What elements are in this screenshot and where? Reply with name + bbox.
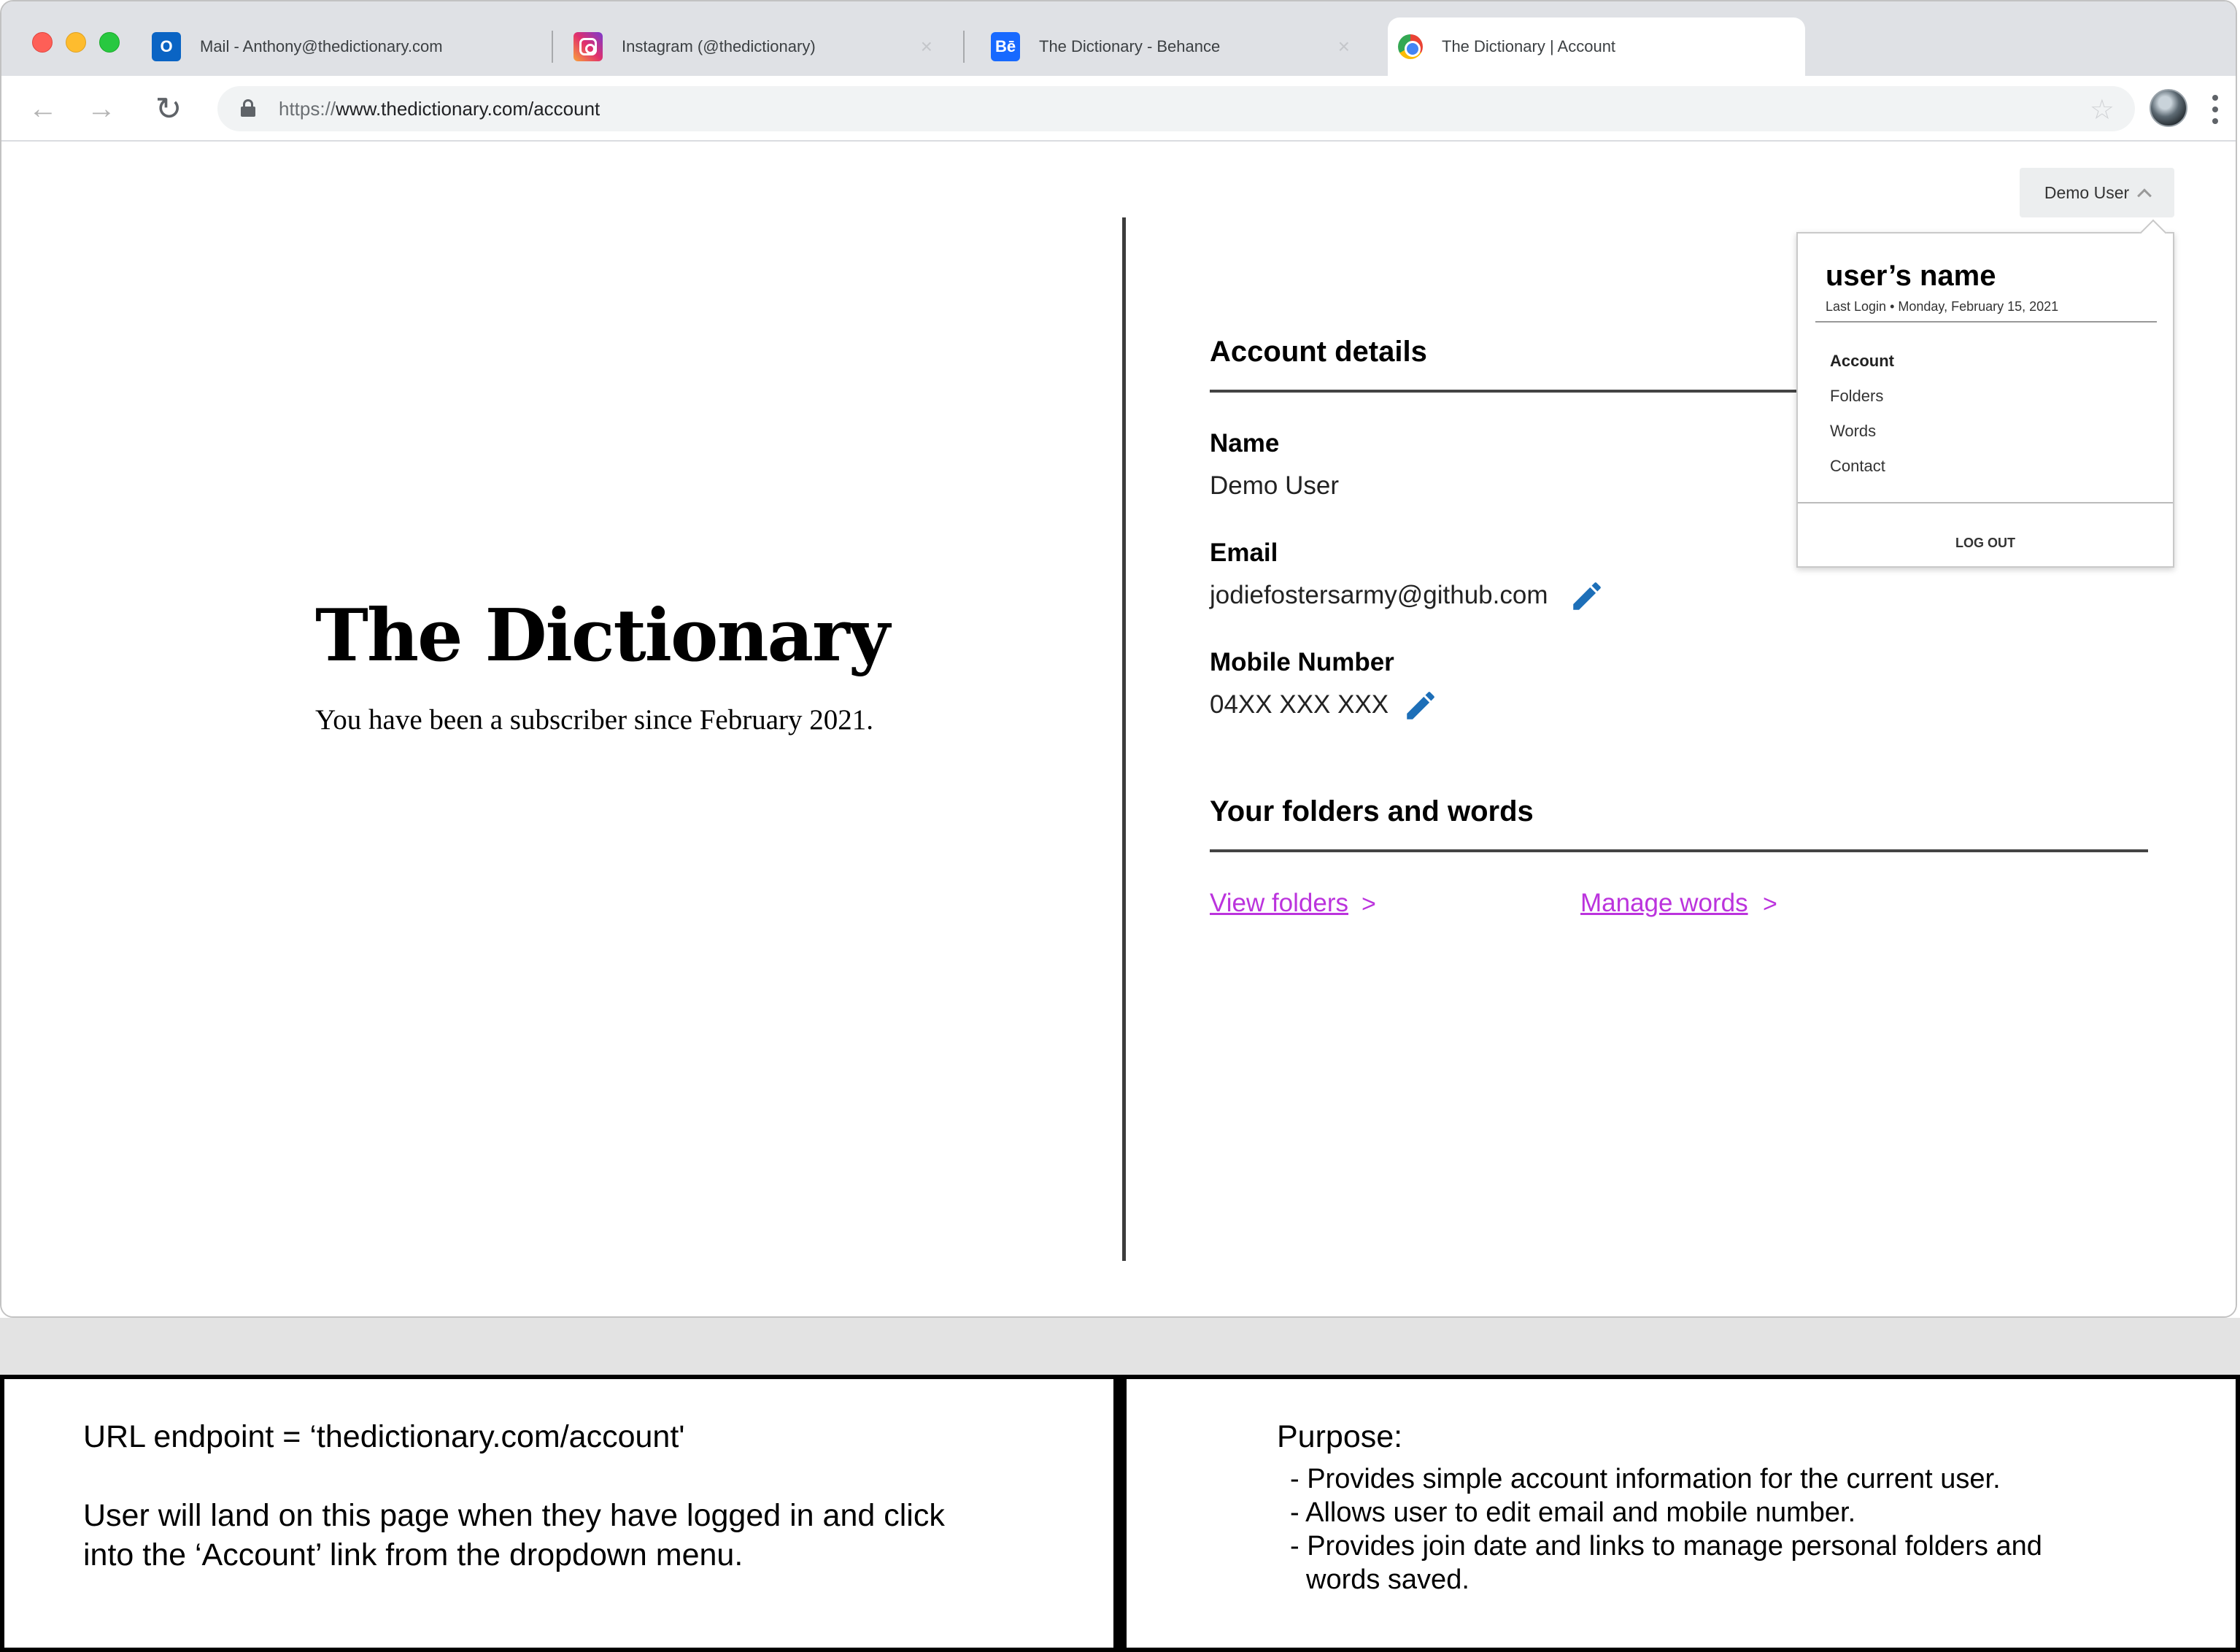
note-url-endpoint: URL endpoint = ‘thedictionary.com/accoun… — [83, 1419, 685, 1454]
folders-words-heading: Your folders and words — [1210, 795, 1534, 827]
mobile-label: Mobile Number — [1210, 648, 1394, 676]
menu-kebab-icon[interactable] — [2212, 95, 2218, 124]
maximize-window-button[interactable] — [99, 32, 120, 53]
dropdown-divider — [1798, 502, 2173, 503]
note-landing-line2: into the ‘Account’ link from the dropdow… — [83, 1537, 744, 1572]
logout-button[interactable]: LOG OUT — [1798, 536, 2173, 551]
section-rule — [1210, 390, 1812, 393]
minimize-window-button[interactable] — [66, 32, 86, 53]
close-window-button[interactable] — [32, 32, 53, 53]
note-purpose-bullet: - Provides simple account information fo… — [1290, 1464, 2001, 1494]
notes-divider — [1113, 1375, 1127, 1652]
back-arrow-icon[interactable]: ← — [26, 92, 60, 126]
manage-words-chevron-icon: > — [1763, 890, 1777, 918]
tab-mail[interactable]: O Mail - Anthony@thedictionary.com — [152, 18, 546, 76]
note-landing-line1: User will land on this page when they ha… — [83, 1498, 945, 1533]
url-scheme: https:// — [279, 98, 336, 120]
brand-title: The Dictionary — [315, 594, 890, 678]
name-label: Name — [1210, 429, 1280, 458]
view-folders-link[interactable]: View folders — [1210, 889, 1348, 918]
vertical-divider — [1122, 217, 1126, 1261]
note-panel-left: URL endpoint = ‘thedictionary.com/accoun… — [0, 1375, 1119, 1652]
tab-separator — [552, 31, 553, 63]
browser-window: O Mail - Anthony@thedictionary.com Insta… — [0, 0, 2237, 1318]
view-folders-chevron-icon: > — [1362, 890, 1376, 918]
tab-instagram[interactable]: Instagram (@thedictionary) × — [573, 18, 953, 76]
tab-title: Mail - Anthony@thedictionary.com — [200, 37, 443, 55]
subscriber-text: You have been a subscriber since Februar… — [315, 704, 874, 736]
dropdown-item-words[interactable]: Words — [1830, 422, 1876, 441]
page-content: The Dictionary You have been a subscribe… — [1, 142, 2236, 1316]
outlook-icon: O — [152, 32, 181, 61]
tab-title: Instagram (@thedictionary) — [622, 37, 816, 55]
dropdown-divider — [1815, 321, 2157, 323]
tab-close-icon[interactable]: × — [1338, 35, 1350, 58]
last-login-text: Last Login • Monday, February 15, 2021 — [1826, 299, 2059, 314]
tab-title: The Dictionary - Behance — [1039, 37, 1221, 55]
name-value: Demo User — [1210, 471, 1339, 500]
behance-icon: Bē — [991, 32, 1020, 61]
edit-email-pencil-icon[interactable] — [1569, 578, 1605, 614]
email-value: jodiefostersarmy@github.com — [1210, 581, 1548, 609]
dropdown-item-contact[interactable]: Contact — [1830, 457, 1885, 476]
note-panel-right: Purpose: - Provides simple account infor… — [1119, 1375, 2240, 1652]
manage-words-link[interactable]: Manage words — [1580, 889, 1748, 918]
dropdown-item-account[interactable]: Account — [1830, 352, 1894, 371]
tab-separator — [963, 31, 965, 63]
tab-strip: O Mail - Anthony@thedictionary.com Insta… — [1, 1, 2236, 76]
user-menu-label: Demo User — [2044, 182, 2130, 202]
chrome-icon — [1398, 34, 1423, 59]
note-purpose-title: Purpose: — [1277, 1419, 1403, 1454]
tab-close-icon[interactable]: × — [921, 35, 932, 58]
user-menu-button[interactable]: Demo User — [2020, 168, 2174, 217]
dropdown-item-folders[interactable]: Folders — [1830, 387, 1883, 406]
instagram-icon — [573, 32, 603, 61]
canvas-background — [0, 1318, 2240, 1378]
edit-mobile-pencil-icon[interactable] — [1402, 687, 1439, 724]
account-details-heading: Account details — [1210, 336, 1427, 368]
url-text: https://www.thedictionary.com/account — [279, 98, 600, 120]
mobile-value: 04XX XXX XXX — [1210, 690, 1389, 719]
reload-icon[interactable]: ↻ — [152, 91, 185, 127]
forward-arrow-icon[interactable]: → — [85, 92, 118, 126]
dropdown-user-name: user’s name — [1826, 260, 1996, 292]
note-purpose-bullet: - Provides join date and links to manage… — [1290, 1531, 2042, 1562]
chevron-up-icon — [2137, 188, 2152, 204]
lock-icon — [241, 99, 255, 117]
bookmark-star-icon[interactable]: ☆ — [2090, 93, 2115, 126]
tab-title: The Dictionary | Account — [1442, 37, 1616, 55]
address-bar[interactable]: https://www.thedictionary.com/account ☆ — [217, 86, 2135, 131]
browser-toolbar: ← → ↻ https://www.thedictionary.com/acco… — [1, 76, 2236, 142]
url-host-path: www.thedictionary.com/account — [336, 98, 600, 120]
section-rule — [1210, 849, 2148, 852]
tab-account[interactable]: The Dictionary | Account — [1388, 18, 1805, 76]
user-dropdown-menu: user’s name Last Login • Monday, Februar… — [1796, 232, 2174, 568]
note-purpose-bullet: words saved. — [1306, 1564, 1469, 1595]
email-label: Email — [1210, 539, 1278, 567]
tab-behance[interactable]: Bē The Dictionary - Behance × — [991, 18, 1370, 76]
note-purpose-bullet: - Allows user to edit email and mobile n… — [1290, 1497, 1856, 1528]
profile-avatar[interactable] — [2150, 89, 2187, 127]
